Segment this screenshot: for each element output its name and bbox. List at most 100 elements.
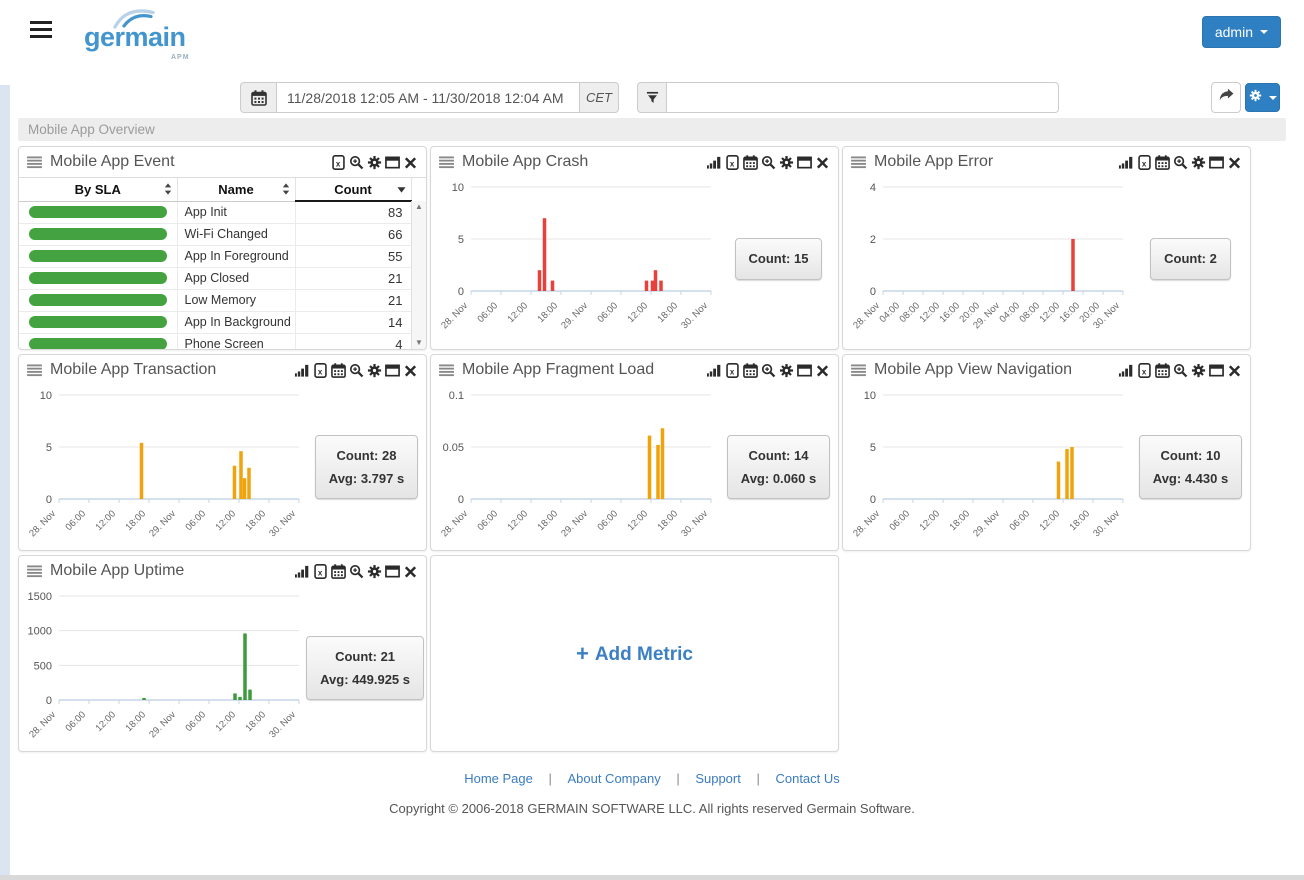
gear-icon[interactable] <box>1191 155 1206 170</box>
svg-text:30. Nov: 30. Nov <box>679 300 710 331</box>
share-button[interactable] <box>1211 82 1241 113</box>
event-name-cell: App Closed <box>177 267 295 289</box>
zoom-icon[interactable] <box>761 155 776 170</box>
menu-hamburger-icon[interactable] <box>30 21 52 42</box>
gear-icon[interactable] <box>367 155 382 170</box>
admin-user-dropdown[interactable]: admin <box>1202 16 1281 48</box>
window-icon[interactable] <box>385 155 400 170</box>
table-row[interactable]: App Init83 <box>19 201 411 223</box>
table-row[interactable]: Wi-Fi Changed66 <box>19 223 411 245</box>
calendar-icon[interactable] <box>331 363 346 378</box>
svg-text:12:00: 12:00 <box>214 508 239 533</box>
excel-icon[interactable]: x <box>725 155 740 170</box>
bars-icon[interactable] <box>707 155 722 170</box>
close-icon[interactable] <box>815 363 830 378</box>
scroll-up-icon[interactable]: ▲ <box>415 203 423 211</box>
window-icon[interactable] <box>797 155 812 170</box>
gear-icon[interactable] <box>367 564 382 579</box>
table-row[interactable]: App In Foreground55 <box>19 245 411 267</box>
table-row[interactable]: Low Memory21 <box>19 289 411 311</box>
bars-icon[interactable] <box>1119 363 1134 378</box>
close-icon[interactable] <box>1227 155 1242 170</box>
calendar-icon[interactable] <box>743 155 758 170</box>
close-icon[interactable] <box>403 564 418 579</box>
svg-text:0.1: 0.1 <box>449 390 464 402</box>
column-header-count[interactable]: Count <box>295 178 411 201</box>
zoom-icon[interactable] <box>349 564 364 579</box>
excel-icon[interactable]: x <box>331 155 346 170</box>
svg-text:18:00: 18:00 <box>244 508 269 533</box>
svg-text:06:00: 06:00 <box>888 508 913 533</box>
event-name-cell: Wi-Fi Changed <box>177 223 295 245</box>
gear-icon[interactable] <box>1191 363 1206 378</box>
scroll-down-icon[interactable]: ▼ <box>415 339 423 347</box>
panel-mobile-app-event: Mobile App Event x By SLA Name Count App… <box>18 146 427 350</box>
event-table-body: By SLA Name Count App Init83Wi-Fi Change… <box>19 177 426 349</box>
window-icon[interactable] <box>385 564 400 579</box>
metric-summary-badge: Count: 28Avg: 3.797 s <box>315 435 418 500</box>
bars-icon[interactable] <box>1119 155 1134 170</box>
calendar-icon[interactable] <box>240 82 277 113</box>
calendar-icon[interactable] <box>331 564 346 579</box>
settings-dropdown-button[interactable] <box>1245 83 1280 112</box>
metric-summary-badge: Count: 15 <box>735 238 823 279</box>
table-scrollbar[interactable]: ▲ ▼ <box>411 201 426 349</box>
gear-icon <box>1249 89 1262 107</box>
bars-icon[interactable] <box>707 363 722 378</box>
close-icon[interactable] <box>815 155 830 170</box>
column-header-name[interactable]: Name <box>177 178 295 201</box>
table-row[interactable]: App In Background14 <box>19 311 411 333</box>
zoom-icon[interactable] <box>1173 155 1188 170</box>
svg-text:18:00: 18:00 <box>536 508 561 533</box>
table-row[interactable]: Phone Screen4 <box>19 333 411 349</box>
svg-text:12:00: 12:00 <box>1038 300 1063 325</box>
event-count-cell: 21 <box>295 289 411 311</box>
svg-text:1000: 1000 <box>28 626 52 638</box>
calendar-icon[interactable] <box>1155 155 1170 170</box>
list-icon <box>851 156 866 169</box>
excel-icon[interactable]: x <box>725 363 740 378</box>
window-icon[interactable] <box>1209 363 1224 378</box>
gear-icon[interactable] <box>779 363 794 378</box>
svg-text:08:00: 08:00 <box>1018 300 1043 325</box>
gear-icon[interactable] <box>367 363 382 378</box>
calendar-icon[interactable] <box>743 363 758 378</box>
table-row[interactable]: App Closed21 <box>19 267 411 289</box>
zoom-icon[interactable] <box>761 363 776 378</box>
bars-icon[interactable] <box>295 564 310 579</box>
share-arrow-icon <box>1219 88 1234 108</box>
add-metric-panel[interactable]: +Add Metric <box>430 555 839 752</box>
zoom-icon[interactable] <box>1173 363 1188 378</box>
close-icon[interactable] <box>403 363 418 378</box>
footer-link-about-company[interactable]: About Company <box>567 771 660 786</box>
caret-down-icon <box>1269 96 1277 100</box>
event-name-cell: Phone Screen <box>177 333 295 349</box>
germain-logo: germain APM <box>84 24 186 51</box>
excel-icon[interactable]: x <box>313 363 328 378</box>
add-metric-label: +Add Metric <box>576 641 693 667</box>
filter-input[interactable] <box>667 82 1059 113</box>
svg-text:5: 5 <box>46 442 52 454</box>
gear-icon[interactable] <box>779 155 794 170</box>
excel-icon[interactable]: x <box>1137 363 1152 378</box>
date-range-input[interactable] <box>277 82 580 113</box>
svg-text:12:00: 12:00 <box>918 508 943 533</box>
window-icon[interactable] <box>797 363 812 378</box>
window-icon[interactable] <box>1209 155 1224 170</box>
svg-text:29. Nov: 29. Nov <box>971 508 1002 539</box>
excel-icon[interactable]: x <box>1137 155 1152 170</box>
svg-text:30. Nov: 30. Nov <box>267 508 298 539</box>
calendar-icon[interactable] <box>1155 363 1170 378</box>
excel-icon[interactable]: x <box>313 564 328 579</box>
column-header-by-sla[interactable]: By SLA <box>19 178 177 201</box>
close-icon[interactable] <box>1227 363 1242 378</box>
svg-text:18:00: 18:00 <box>656 508 681 533</box>
footer-link-home-page[interactable]: Home Page <box>464 771 533 786</box>
footer-link-contact-us[interactable]: Contact Us <box>775 771 839 786</box>
bars-icon[interactable] <box>295 363 310 378</box>
zoom-icon[interactable] <box>349 363 364 378</box>
window-icon[interactable] <box>385 363 400 378</box>
close-icon[interactable] <box>403 155 418 170</box>
footer-link-support[interactable]: Support <box>695 771 741 786</box>
zoom-icon[interactable] <box>349 155 364 170</box>
